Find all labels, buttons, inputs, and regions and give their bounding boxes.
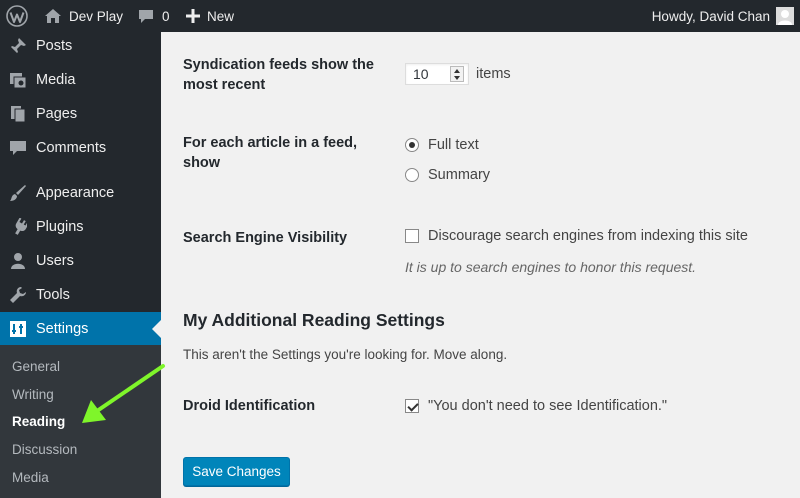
feeds-unit: items <box>476 66 511 82</box>
comment-icon <box>10 141 26 155</box>
plus-icon <box>186 9 200 23</box>
my-account-link[interactable]: Howdy, David Chan <box>652 0 794 32</box>
media-icon <box>10 73 27 89</box>
summary-option[interactable]: Summary <box>405 167 490 183</box>
current-menu-arrow <box>152 320 161 338</box>
settings-icon <box>10 321 26 337</box>
sidebar-item-posts[interactable]: Posts <box>0 29 161 63</box>
pushpin-icon <box>10 38 26 54</box>
discourage-search-option[interactable]: Discourage search engines from indexing … <box>405 228 748 244</box>
full-text-option[interactable]: Full text <box>405 137 479 153</box>
site-name: Dev Play <box>69 8 124 24</box>
posts-per-rss-input[interactable]: 10 <box>405 63 469 85</box>
admin-bar: Dev Play 0 New Howdy, David Chan <box>0 0 800 32</box>
sidebar-item-settings[interactable]: Settings <box>0 312 161 346</box>
howdy-text: Howdy, David Chan <box>651 8 770 24</box>
submenu-item-reading[interactable]: Reading <box>12 412 65 432</box>
avatar <box>776 7 794 25</box>
section-description: This aren't the Settings you're looking … <box>183 347 508 362</box>
visibility-label: Search Engine Visibility <box>183 230 348 246</box>
submenu-item-discussion[interactable]: Discussion <box>12 440 77 460</box>
comment-count: 0 <box>162 8 170 24</box>
droid-checkbox[interactable] <box>405 399 419 413</box>
settings-submenu: General Writing Reading Discussion Media <box>0 345 161 498</box>
site-name-link[interactable]: Dev Play <box>44 0 123 32</box>
pages-icon <box>11 106 26 123</box>
new-content-link[interactable]: New <box>186 0 234 32</box>
plugin-icon <box>15 218 27 235</box>
feeds-label: Syndication feeds show the most recent <box>183 57 374 93</box>
sidebar-item-tools[interactable]: Tools <box>0 278 161 312</box>
save-changes-button[interactable]: Save Changes <box>183 457 290 486</box>
settings-content: Syndication feeds show the most recent 1… <box>161 32 800 498</box>
section-title: My Additional Reading Settings <box>183 310 445 330</box>
admin-sidebar: Posts Media Pages Comments Appearance Pl… <box>0 32 161 498</box>
sidebar-item-media[interactable]: Media <box>0 63 161 97</box>
wrench-icon <box>10 287 26 303</box>
discourage-search-checkbox[interactable] <box>405 229 419 243</box>
number-spinner[interactable] <box>450 66 464 82</box>
submenu-item-media[interactable]: Media <box>12 468 49 488</box>
user-icon <box>11 253 25 269</box>
droid-label: Droid Identification <box>183 398 316 414</box>
sidebar-item-plugins[interactable]: Plugins <box>0 210 161 244</box>
droid-option[interactable]: "You don't need to see Identification." <box>405 398 667 414</box>
sidebar-item-appearance[interactable]: Appearance <box>0 176 161 210</box>
full-text-radio[interactable] <box>405 138 419 152</box>
comments-link[interactable]: 0 <box>138 0 170 32</box>
submenu-item-writing[interactable]: Writing <box>12 385 54 405</box>
visibility-hint: It is up to search engines to honor this… <box>405 259 697 275</box>
paintbrush-icon <box>10 185 26 201</box>
wordpress-logo-icon[interactable] <box>6 0 28 32</box>
comment-icon <box>139 9 153 23</box>
new-label: New <box>207 8 235 24</box>
sidebar-item-users[interactable]: Users <box>0 244 161 278</box>
feeds-field: 10 items <box>405 63 511 85</box>
sidebar-item-pages[interactable]: Pages <box>0 97 161 131</box>
summary-radio[interactable] <box>405 168 419 182</box>
sidebar-item-comments[interactable]: Comments <box>0 131 161 165</box>
article-label: For each article in a feed, show <box>183 135 358 171</box>
home-icon <box>45 9 61 23</box>
submenu-item-general[interactable]: General <box>12 357 60 377</box>
